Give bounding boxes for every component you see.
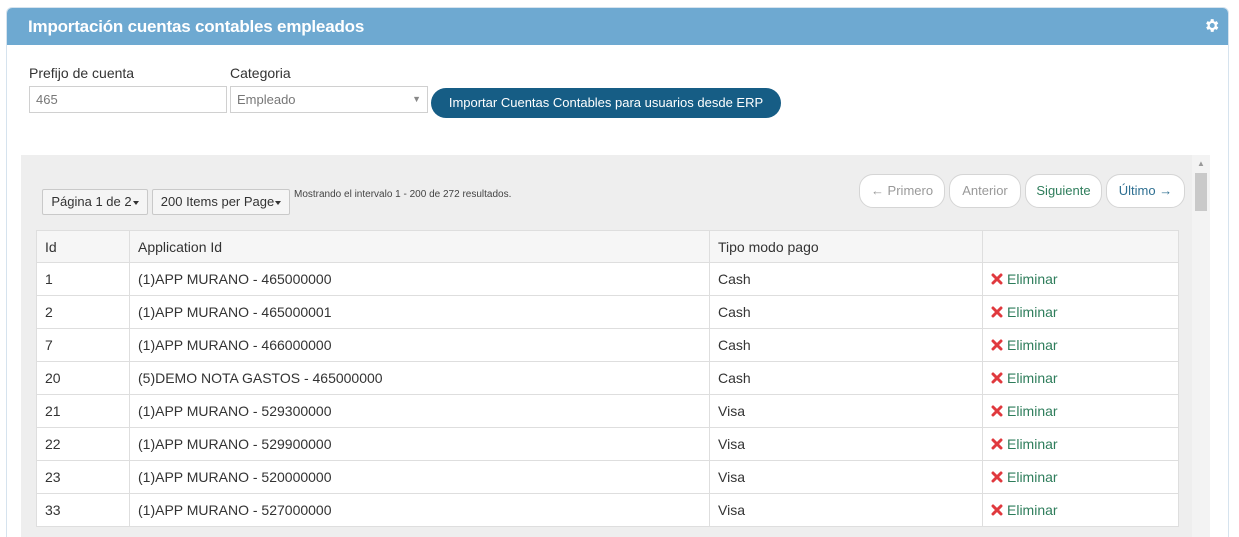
delete-link[interactable]: Eliminar bbox=[991, 271, 1058, 287]
delete-link[interactable]: Eliminar bbox=[991, 403, 1058, 419]
cell-tipo-modo-pago: Visa bbox=[709, 394, 983, 428]
cell-application-id: (1)APP MURANO - 465000000 bbox=[129, 262, 710, 296]
caret-down-icon bbox=[275, 200, 282, 205]
cell-id: 1 bbox=[36, 262, 130, 296]
table-row: 1 (1)APP MURANO - 465000000 Cash Eliminar bbox=[36, 262, 1179, 296]
caret-down-icon bbox=[132, 200, 139, 205]
cell-actions: Eliminar bbox=[982, 361, 1179, 395]
cell-actions: Eliminar bbox=[982, 394, 1179, 428]
table-row: 22 (1)APP MURANO - 529900000 Visa Eliminar bbox=[36, 427, 1179, 461]
category-label: Categoria bbox=[230, 65, 291, 81]
panel-header: Importación cuentas contables empleados bbox=[7, 8, 1228, 45]
delete-link[interactable]: Eliminar bbox=[991, 370, 1058, 386]
chevron-down-icon: ▼ bbox=[412, 94, 421, 104]
cell-actions: Eliminar bbox=[982, 328, 1179, 362]
items-per-page-label: 200 Items per Page bbox=[160, 194, 275, 209]
delete-x-icon bbox=[991, 438, 1003, 450]
panel-title: Importación cuentas contables empleados bbox=[28, 17, 365, 36]
cell-actions: Eliminar bbox=[982, 262, 1179, 296]
category-value: Empleado bbox=[237, 92, 296, 107]
cell-application-id: (1)APP MURANO - 465000001 bbox=[129, 295, 710, 329]
cell-id: 2 bbox=[36, 295, 130, 329]
cell-id: 20 bbox=[36, 361, 130, 395]
cell-tipo-modo-pago: Cash bbox=[709, 328, 983, 362]
page-selector[interactable]: Página 1 de 2 bbox=[42, 189, 148, 215]
cell-actions: Eliminar bbox=[982, 493, 1179, 527]
cell-application-id: (1)APP MURANO - 520000000 bbox=[129, 460, 710, 494]
page-selector-label: Página 1 de 2 bbox=[51, 194, 132, 209]
cell-tipo-modo-pago: Visa bbox=[709, 493, 983, 527]
cell-actions: Eliminar bbox=[982, 295, 1179, 329]
delete-label: Eliminar bbox=[1007, 502, 1058, 518]
cell-tipo-modo-pago: Visa bbox=[709, 427, 983, 461]
column-header-id[interactable]: Id bbox=[36, 230, 130, 263]
table-body: 1 (1)APP MURANO - 465000000 Cash Eliminar 2(… bbox=[36, 262, 1179, 527]
scroll-thumb[interactable] bbox=[1195, 173, 1207, 211]
cell-application-id: (5)DEMO NOTA GASTOS - 465000000 bbox=[129, 361, 710, 395]
delete-x-icon bbox=[991, 339, 1003, 351]
delete-x-icon bbox=[991, 306, 1003, 318]
cell-id: 21 bbox=[36, 394, 130, 428]
delete-label: Eliminar bbox=[1007, 436, 1058, 452]
delete-link[interactable]: Eliminar bbox=[991, 436, 1058, 452]
cell-id: 7 bbox=[36, 328, 130, 362]
column-header-tipo-modo-pago[interactable]: Tipo modo pago bbox=[709, 230, 983, 263]
table-row: 33 (1)APP MURANO - 527000000 Visa Eliminar bbox=[36, 493, 1179, 527]
prefix-label: Prefijo de cuenta bbox=[29, 65, 135, 81]
delete-label: Eliminar bbox=[1007, 304, 1058, 320]
delete-link[interactable]: Eliminar bbox=[991, 469, 1058, 485]
table-row: 21 (1)APP MURANO - 529300000 Visa Eliminar bbox=[36, 394, 1179, 428]
table-row: 20 (5)DEMO NOTA GASTOS - 465000000 Cash Eli… bbox=[36, 361, 1179, 395]
delete-label: Eliminar bbox=[1007, 271, 1058, 287]
cell-id: 33 bbox=[36, 493, 130, 527]
range-text: Mostrando el intervalo 1 - 200 de 272 re… bbox=[294, 189, 512, 200]
delete-x-icon bbox=[991, 273, 1003, 285]
cell-id: 23 bbox=[36, 460, 130, 494]
cell-actions: Eliminar bbox=[982, 460, 1179, 494]
table-row: 7 (1)APP MURANO - 466000000 Cash Eliminar bbox=[36, 328, 1179, 362]
cell-application-id: (1)APP MURANO - 529900000 bbox=[129, 427, 710, 461]
next-page-button[interactable]: Siguiente bbox=[1025, 174, 1102, 208]
category-select[interactable]: Empleado ▼ bbox=[230, 86, 428, 113]
table-row: 23 (1)APP MURANO - 520000000 Visa Eliminar bbox=[36, 460, 1179, 494]
column-header-application-id[interactable]: Application Id bbox=[129, 230, 710, 263]
delete-label: Eliminar bbox=[1007, 370, 1058, 386]
delete-x-icon bbox=[991, 504, 1003, 516]
cell-application-id: (1)APP MURANO - 527000000 bbox=[129, 493, 710, 527]
delete-link[interactable]: Eliminar bbox=[991, 337, 1058, 353]
cell-application-id: (1)APP MURANO - 529300000 bbox=[129, 394, 710, 428]
delete-x-icon bbox=[991, 471, 1003, 483]
prefix-input[interactable]: 465 bbox=[29, 86, 227, 113]
cell-tipo-modo-pago: Visa bbox=[709, 460, 983, 494]
gear-icon[interactable] bbox=[1203, 17, 1220, 34]
delete-label: Eliminar bbox=[1007, 403, 1058, 419]
table-header-row: Id Application Id Tipo modo pago bbox=[36, 230, 1179, 263]
table-row: 2 (1)APP MURANO - 465000001 Cash Eliminar bbox=[36, 295, 1179, 329]
delete-link[interactable]: Eliminar bbox=[991, 502, 1058, 518]
delete-link[interactable]: Eliminar bbox=[991, 304, 1058, 320]
delete-label: Eliminar bbox=[1007, 469, 1058, 485]
cell-tipo-modo-pago: Cash bbox=[709, 262, 983, 296]
cell-tipo-modo-pago: Cash bbox=[709, 361, 983, 395]
cell-actions: Eliminar bbox=[982, 427, 1179, 461]
first-page-button[interactable]: ← Primero bbox=[859, 174, 945, 208]
import-erp-button[interactable]: Importar Cuentas Contables para usuarios… bbox=[431, 88, 781, 118]
delete-label: Eliminar bbox=[1007, 337, 1058, 353]
scroll-up-icon[interactable]: ▲ bbox=[1197, 159, 1205, 168]
accounts-table: Id Application Id Tipo modo pago 1 (1)APP… bbox=[36, 230, 1179, 527]
scrollbar[interactable]: ▲ bbox=[1192, 155, 1210, 537]
delete-x-icon bbox=[991, 405, 1003, 417]
items-per-page-selector[interactable]: 200 Items per Page bbox=[152, 189, 290, 215]
delete-x-icon bbox=[991, 372, 1003, 384]
cell-id: 22 bbox=[36, 427, 130, 461]
column-header-actions bbox=[982, 230, 1179, 263]
cell-tipo-modo-pago: Cash bbox=[709, 295, 983, 329]
last-page-button[interactable]: Último → bbox=[1106, 174, 1185, 208]
cell-application-id: (1)APP MURANO - 466000000 bbox=[129, 328, 710, 362]
previous-page-button[interactable]: Anterior bbox=[949, 174, 1021, 208]
